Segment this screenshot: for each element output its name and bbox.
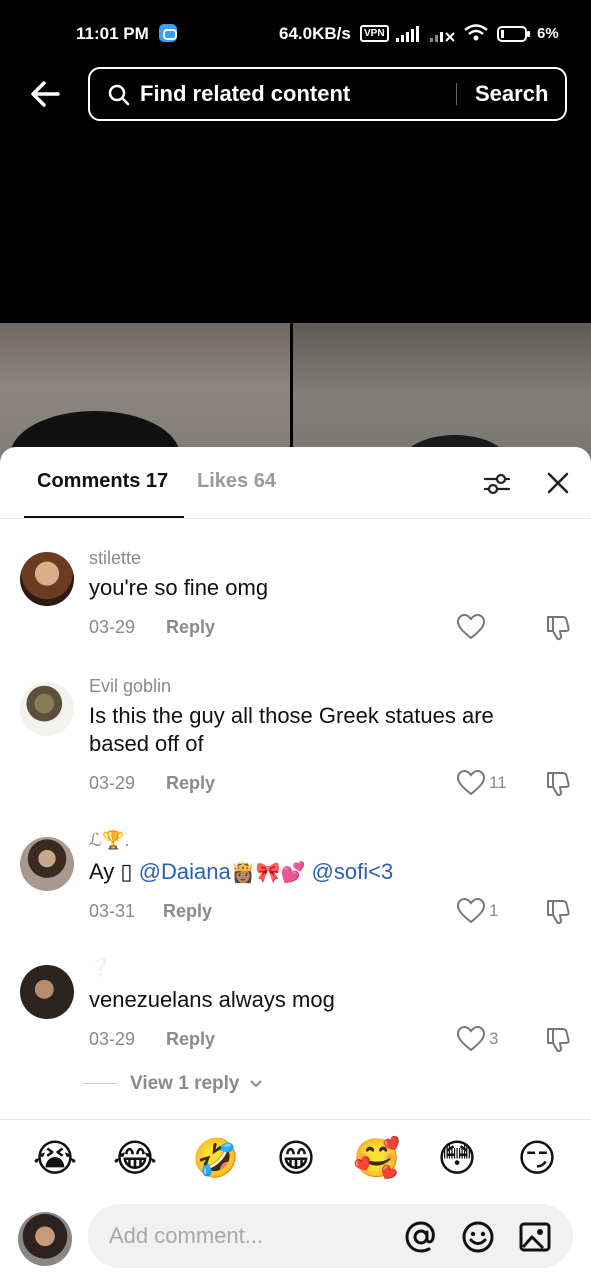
network-speed: 64.0KB/s — [279, 24, 351, 43]
dislike-icon[interactable] — [544, 897, 572, 925]
emoji-button[interactable]: 🤣 — [192, 1135, 240, 1183]
filter-sliders-icon[interactable] — [482, 469, 512, 499]
view-replies-label: View 1 reply — [130, 1073, 240, 1094]
comment-text-prefix: Ay ▯ — [89, 859, 133, 884]
comment-text: Is this the guy all those Greek statues … — [89, 703, 494, 756]
status-time: 11:01 PM — [76, 24, 149, 43]
search-input[interactable]: Find related content — [140, 69, 350, 119]
comment-username[interactable]: ℒ🏆. — [89, 830, 129, 851]
dislike-icon[interactable] — [544, 769, 572, 797]
avatar[interactable] — [20, 965, 74, 1019]
vpn-badge: VPN — [360, 25, 389, 42]
tabs-divider — [0, 518, 591, 519]
smile-icon[interactable] — [461, 1220, 495, 1254]
messenger-notification-icon — [159, 24, 177, 42]
like-count: 3 — [489, 1029, 499, 1048]
dislike-icon[interactable] — [544, 613, 572, 641]
comment-text: you're so fine omg — [89, 575, 269, 600]
battery-icon — [497, 26, 530, 42]
like-count: 11 — [489, 773, 507, 792]
emoji-button[interactable]: 😭 — [31, 1135, 79, 1183]
tab-comments[interactable]: Comments 17 — [37, 470, 168, 493]
battery-percent: 6% — [537, 25, 559, 42]
reply-button[interactable]: Reply — [166, 617, 215, 638]
emoji-button[interactable]: 😂 — [111, 1135, 159, 1183]
emoji-button[interactable]: 😏 — [513, 1135, 561, 1183]
chevron-down-icon — [250, 1080, 262, 1088]
comment-date: 03-31 — [89, 901, 136, 921]
current-user-avatar — [18, 1212, 72, 1266]
comment-date: 03-29 — [89, 1029, 136, 1049]
dislike-icon[interactable] — [544, 1025, 572, 1053]
wifi-icon — [464, 24, 488, 41]
signal-nosim-icon — [430, 32, 455, 42]
status-bar: 11:01 PM 64.0KB/s VPN 6% — [0, 0, 591, 64]
close-icon[interactable] — [544, 469, 572, 497]
avatar[interactable] — [20, 552, 74, 606]
avatar[interactable] — [20, 837, 74, 891]
mention-link[interactable]: @sofi<3 — [312, 859, 394, 884]
comment-username[interactable]: ❔ — [89, 957, 111, 978]
comment-username[interactable]: Evil goblin — [89, 676, 171, 697]
reply-button[interactable]: Reply — [163, 901, 212, 922]
comment-username[interactable]: stilette — [89, 548, 141, 569]
search-button[interactable]: Search — [475, 69, 548, 119]
image-icon[interactable] — [518, 1220, 552, 1254]
emoji-button[interactable]: 😳 — [433, 1135, 481, 1183]
heart-icon[interactable] — [457, 898, 485, 924]
comment-text: venezuelans always mog — [89, 987, 335, 1012]
replies-line — [82, 1083, 118, 1084]
comments-sheet: Comments 17 Likes 64 stilette you're so … — [0, 447, 591, 1280]
add-comment-placeholder[interactable]: Add comment... — [109, 1204, 263, 1268]
mention-link[interactable]: @Daiana — [139, 859, 231, 884]
heart-icon[interactable] — [457, 770, 485, 796]
at-icon[interactable] — [404, 1220, 438, 1254]
comment-emojis: 👸🏽🎀💕 — [230, 862, 306, 884]
avatar[interactable] — [20, 682, 74, 736]
search-bar[interactable]: Find related content Search — [88, 67, 567, 121]
signal-icon — [396, 26, 419, 42]
heart-icon[interactable] — [457, 614, 485, 640]
emoji-button[interactable]: 🥰 — [353, 1135, 401, 1183]
emoji-button[interactable]: 😁 — [272, 1135, 320, 1183]
back-arrow-icon[interactable] — [28, 76, 64, 112]
reply-button[interactable]: Reply — [166, 1029, 215, 1050]
quick-emoji-bar: 😭 😂 🤣 😁 🥰 😳 😏 — [0, 1135, 591, 1187]
view-replies-button[interactable]: View 1 reply — [130, 1073, 263, 1095]
reply-button[interactable]: Reply — [166, 773, 215, 794]
comment-date: 03-29 — [89, 617, 136, 637]
add-comment-field[interactable]: Add comment... — [88, 1204, 573, 1268]
composer-divider — [0, 1119, 591, 1120]
search-divider — [456, 83, 457, 105]
tab-likes[interactable]: Likes 64 — [197, 470, 276, 493]
comment-text: Ay ▯ @Daiana👸🏽🎀💕 @sofi<3 — [89, 858, 529, 887]
search-icon — [108, 84, 130, 106]
like-count: 1 — [489, 901, 499, 920]
heart-icon[interactable] — [457, 1026, 485, 1052]
comment-date: 03-29 — [89, 773, 136, 793]
